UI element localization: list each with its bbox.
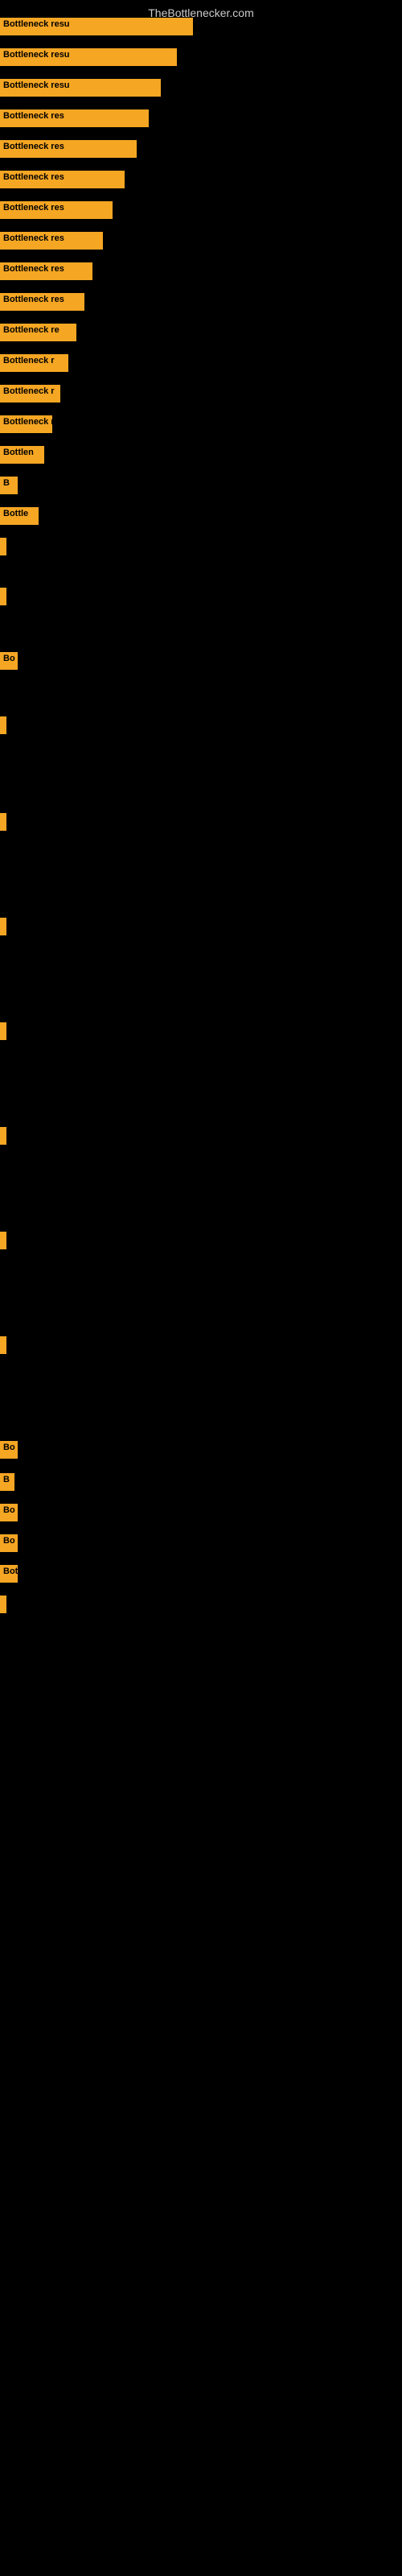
bar-label: Bottleneck n <box>0 415 52 433</box>
bar-label <box>0 716 6 734</box>
bar-item <box>0 716 6 734</box>
bar-label <box>0 588 6 605</box>
bar-label: Bottleneck res <box>0 293 84 311</box>
bar-label: Bo <box>0 652 18 670</box>
bar-item: Bo <box>0 1441 18 1459</box>
bar-label: Bottleneck re <box>0 324 76 341</box>
bar-item: Bottleneck resu <box>0 79 161 97</box>
bar-label <box>0 918 6 935</box>
bar-item: Bo <box>0 1504 18 1521</box>
bar-label: Bottlen <box>0 446 44 464</box>
bar-label <box>0 813 6 831</box>
bar-item: Bottleneck r <box>0 385 60 402</box>
bar-label: Bottleneck resu <box>0 18 193 35</box>
bar-label: B <box>0 477 18 494</box>
bar-label: Bottleneck res <box>0 232 103 250</box>
bar-label: Bottle <box>0 507 39 525</box>
bar-item <box>0 538 6 555</box>
bar-item: Bottleneck res <box>0 293 84 311</box>
bar-label <box>0 1232 6 1249</box>
bar-item <box>0 918 6 935</box>
bar-item: B <box>0 1473 14 1491</box>
bar-item: Bottleneck r <box>0 354 68 372</box>
bar-item <box>0 1232 6 1249</box>
bar-label <box>0 1336 6 1354</box>
bar-label: Bo <box>0 1504 18 1521</box>
bar-item <box>0 588 6 605</box>
bar-item <box>0 1336 6 1354</box>
bar-label <box>0 1596 6 1613</box>
bar-label: Bottleneck res <box>0 171 125 188</box>
bar-item: Bottleneck res <box>0 232 103 250</box>
bar-item: Bottleneck res <box>0 171 125 188</box>
bar-label: Bottleneck res <box>0 109 149 127</box>
bar-item: Bo <box>0 652 18 670</box>
bar-label: Bottleneck r <box>0 354 68 372</box>
chart-area: TheBottlenecker.com Bottleneck resuBottl… <box>0 0 402 2576</box>
bar-label <box>0 1022 6 1040</box>
bar-item <box>0 1596 6 1613</box>
bar-label: Bottleneck res <box>0 262 92 280</box>
bar-label: B <box>0 1473 14 1491</box>
bar-item: Bo <box>0 1534 18 1552</box>
bar-item: Bottleneck re <box>0 324 76 341</box>
bar-label: Bottleneck res <box>0 140 137 158</box>
bar-item: Bottleneck res <box>0 109 149 127</box>
bar-item: Bottleneck res <box>0 140 137 158</box>
bar-item: Bottleneck res <box>0 201 113 219</box>
bar-label: Bottleneck resu <box>0 48 177 66</box>
bar-item <box>0 813 6 831</box>
bar-item: Bottle <box>0 507 39 525</box>
bar-label: Bo <box>0 1534 18 1552</box>
bar-label: Bo <box>0 1441 18 1459</box>
bar-label: Bottleneck res <box>0 201 113 219</box>
bar-item: Bot <box>0 1565 18 1583</box>
bar-label <box>0 1127 6 1145</box>
bar-label: Bottleneck r <box>0 385 60 402</box>
bar-label: Bottleneck resu <box>0 79 161 97</box>
bar-item <box>0 1022 6 1040</box>
bar-item: Bottlen <box>0 446 44 464</box>
bar-item: B <box>0 477 18 494</box>
bar-item: Bottleneck resu <box>0 48 177 66</box>
bar-label <box>0 538 6 555</box>
bar-item: Bottleneck n <box>0 415 52 433</box>
bar-label: Bot <box>0 1565 18 1583</box>
bar-item: Bottleneck resu <box>0 18 193 35</box>
bar-item <box>0 1127 6 1145</box>
bar-item: Bottleneck res <box>0 262 92 280</box>
